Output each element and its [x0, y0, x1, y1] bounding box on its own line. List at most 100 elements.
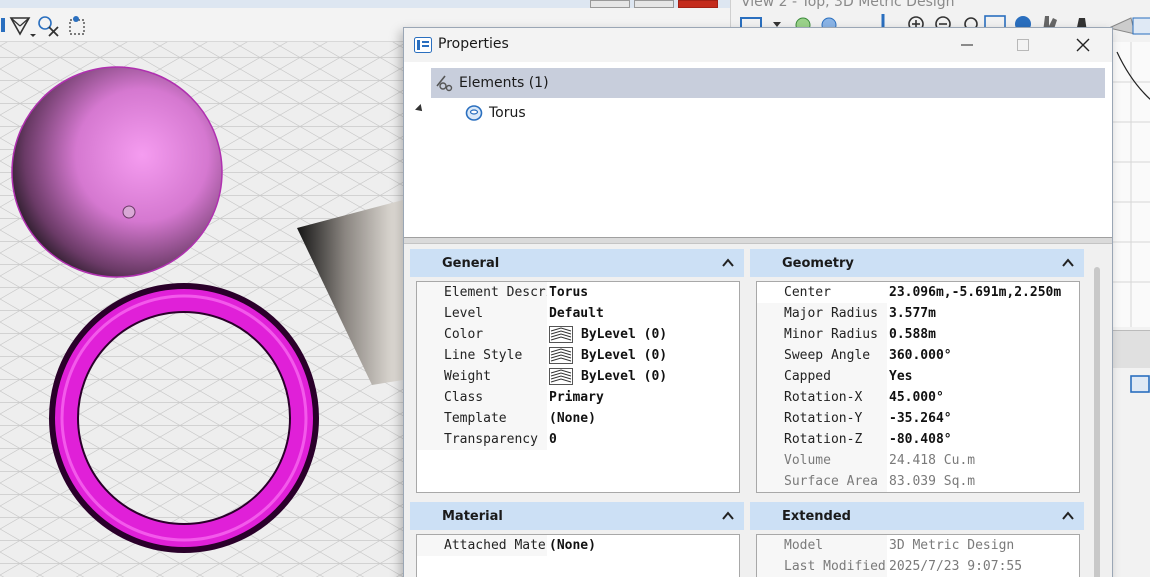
geometry-prop-name: Sweep Angle	[757, 345, 887, 366]
chevron-up-icon[interactable]	[722, 257, 734, 269]
general-prop-value[interactable]: ByLevel (0)	[547, 345, 739, 366]
extended-properties-grid: Model 3D Metric Design Last Modified 2025/7…	[756, 534, 1080, 577]
general-row[interactable]: Transparency 0	[417, 429, 739, 450]
general-row[interactable]: Template (None)	[417, 408, 739, 429]
material-row[interactable]: Attached Material(None)	[417, 535, 739, 556]
geometry-prop-name: Surface Area	[757, 471, 887, 492]
geometry-prop-value[interactable]: -35.264°	[887, 408, 1079, 429]
close-icon	[1076, 38, 1090, 52]
geometry-prop-value[interactable]: 3.577m	[887, 303, 1079, 324]
tree-node-torus-label: Torus	[489, 105, 526, 121]
extended-section-header[interactable]: Extended	[750, 502, 1084, 530]
chevron-up-icon[interactable]	[1062, 510, 1074, 522]
tree-node-elements[interactable]: Elements (1)	[431, 68, 1105, 98]
extended-row[interactable]: Last Modified 2025/7/23 9:07:55	[757, 556, 1079, 577]
geometry-row[interactable]: Volume 24.418 Cu.m	[757, 450, 1079, 471]
selection-tree: Elements (1) Torus	[404, 62, 1112, 238]
material-section: Material Attached Material(None)	[410, 502, 744, 577]
general-prop-name: Element Description	[417, 282, 547, 303]
geometry-prop-name: Volume	[757, 450, 887, 471]
viewport-maximize-button[interactable]	[634, 0, 674, 8]
geometry-row[interactable]: Major Radius 3.577m	[757, 303, 1079, 324]
extended-prop-value: 2025/7/23 9:07:55	[889, 559, 1023, 574]
minimize-icon	[961, 44, 973, 46]
geometry-row[interactable]: Rotation-X 45.000°	[757, 387, 1079, 408]
geometry-prop-value[interactable]: -80.408°	[887, 429, 1079, 450]
chevron-up-icon[interactable]	[1062, 257, 1074, 269]
general-section-header[interactable]: General	[410, 249, 744, 277]
geometry-prop-name: Center	[757, 282, 887, 303]
property-panels: General Element DescriptionTorusLevelDef…	[404, 244, 1112, 577]
geometry-prop-name: Major Radius	[757, 303, 887, 324]
properties-icon	[414, 37, 432, 53]
extended-prop-name: Model	[757, 535, 887, 556]
general-prop-value[interactable]: ByLevel (0)	[547, 324, 739, 345]
general-row[interactable]: Weight ByLevel (0)	[417, 366, 739, 387]
dialog-titlebar[interactable]: Properties	[404, 28, 1112, 62]
general-prop-value-text: ByLevel (0)	[581, 348, 668, 363]
geometry-prop-name: Rotation-Z	[757, 429, 887, 450]
minimize-button[interactable]	[944, 28, 990, 62]
view-3-attributes-icon[interactable]	[1129, 372, 1150, 396]
geometry-prop-value[interactable]: 23.096m,-5.691m,2.250m	[887, 282, 1079, 303]
viewport-close-button[interactable]	[678, 0, 718, 8]
general-prop-name: Weight	[417, 366, 547, 387]
general-prop-value[interactable]: (None)	[547, 408, 739, 429]
material-section-header[interactable]: Material	[410, 502, 744, 530]
general-prop-value[interactable]: Torus	[547, 282, 739, 303]
fence-icon[interactable]	[66, 14, 88, 38]
geometry-row[interactable]: Sweep Angle 360.000°	[757, 345, 1079, 366]
general-prop-value[interactable]: Primary	[547, 387, 739, 408]
geometry-section-header[interactable]: Geometry	[750, 249, 1084, 277]
geometry-prop-value[interactable]: 45.000°	[887, 387, 1079, 408]
geometry-prop-value[interactable]: Yes	[887, 366, 1079, 387]
chevron-up-icon[interactable]	[722, 510, 734, 522]
tree-collapse-arrow-icon[interactable]	[415, 104, 425, 114]
geometry-row[interactable]: Minor Radius 0.588m	[757, 324, 1079, 345]
close-button[interactable]	[1060, 28, 1106, 62]
extended-prop-name: Last Modified	[757, 556, 887, 577]
geometry-row[interactable]: Rotation-Z -80.408°	[757, 429, 1079, 450]
general-prop-value[interactable]: Default	[547, 303, 739, 324]
viewport-minimize-button[interactable]	[590, 0, 630, 8]
geometry-properties-grid: Center 23.096m,-5.691m,2.250m Major Radius…	[756, 281, 1080, 493]
general-properties-grid: Element DescriptionTorusLevelDefaultColo…	[416, 281, 740, 493]
general-prop-value[interactable]: 0	[547, 429, 739, 450]
material-section-title: Material	[442, 508, 503, 524]
bylevel-swatch-icon	[549, 326, 573, 343]
geometry-row[interactable]: Surface Area 83.039 Sq.m	[757, 471, 1079, 492]
general-row[interactable]: Color ByLevel (0)	[417, 324, 739, 345]
geometry-prop-name: Rotation-X	[757, 387, 887, 408]
geometry-row[interactable]: Rotation-Y -35.264°	[757, 408, 1079, 429]
properties-dialog: Properties Elements (1) Torus General El…	[403, 27, 1113, 577]
panel-scrollbar[interactable]	[1094, 267, 1100, 577]
bylevel-swatch-icon	[549, 347, 573, 364]
tree-node-elements-label: Elements (1)	[459, 75, 549, 91]
geometry-prop-value: 24.418 Cu.m	[889, 453, 976, 468]
bylevel-swatch-icon	[549, 368, 573, 385]
display-style-icon[interactable]	[8, 14, 36, 38]
extended-row[interactable]: Model 3D Metric Design	[757, 535, 1079, 556]
general-prop-name: Level	[417, 303, 547, 324]
maximize-button[interactable]	[1000, 28, 1046, 62]
material-prop-name: Attached Material	[417, 535, 547, 556]
geometry-prop-value: 83.039 Sq.m	[889, 474, 976, 489]
general-prop-name: Line Style	[417, 345, 547, 366]
tree-node-torus[interactable]: Torus	[461, 98, 526, 128]
general-row[interactable]: Class Primary	[417, 387, 739, 408]
geometry-row[interactable]: Capped Yes	[757, 366, 1079, 387]
material-prop-value[interactable]: (None)	[547, 535, 739, 556]
clip-volume-icon[interactable]	[36, 14, 62, 38]
geometry-prop-value[interactable]: 360.000°	[887, 345, 1079, 366]
general-prop-value[interactable]: ByLevel (0)	[547, 366, 739, 387]
geometry-prop-name: Capped	[757, 366, 887, 387]
general-section: General Element DescriptionTorusLevelDef…	[410, 249, 744, 496]
geometry-prop-value[interactable]: 0.588m	[887, 324, 1079, 345]
general-row[interactable]: Line Style ByLevel (0)	[417, 345, 739, 366]
general-prop-name: Template	[417, 408, 547, 429]
general-prop-name: Color	[417, 324, 547, 345]
general-row[interactable]: Element DescriptionTorus	[417, 282, 739, 303]
torus-icon	[465, 105, 483, 121]
general-row[interactable]: Level Default	[417, 303, 739, 324]
geometry-row[interactable]: Center 23.096m,-5.691m,2.250m	[757, 282, 1079, 303]
